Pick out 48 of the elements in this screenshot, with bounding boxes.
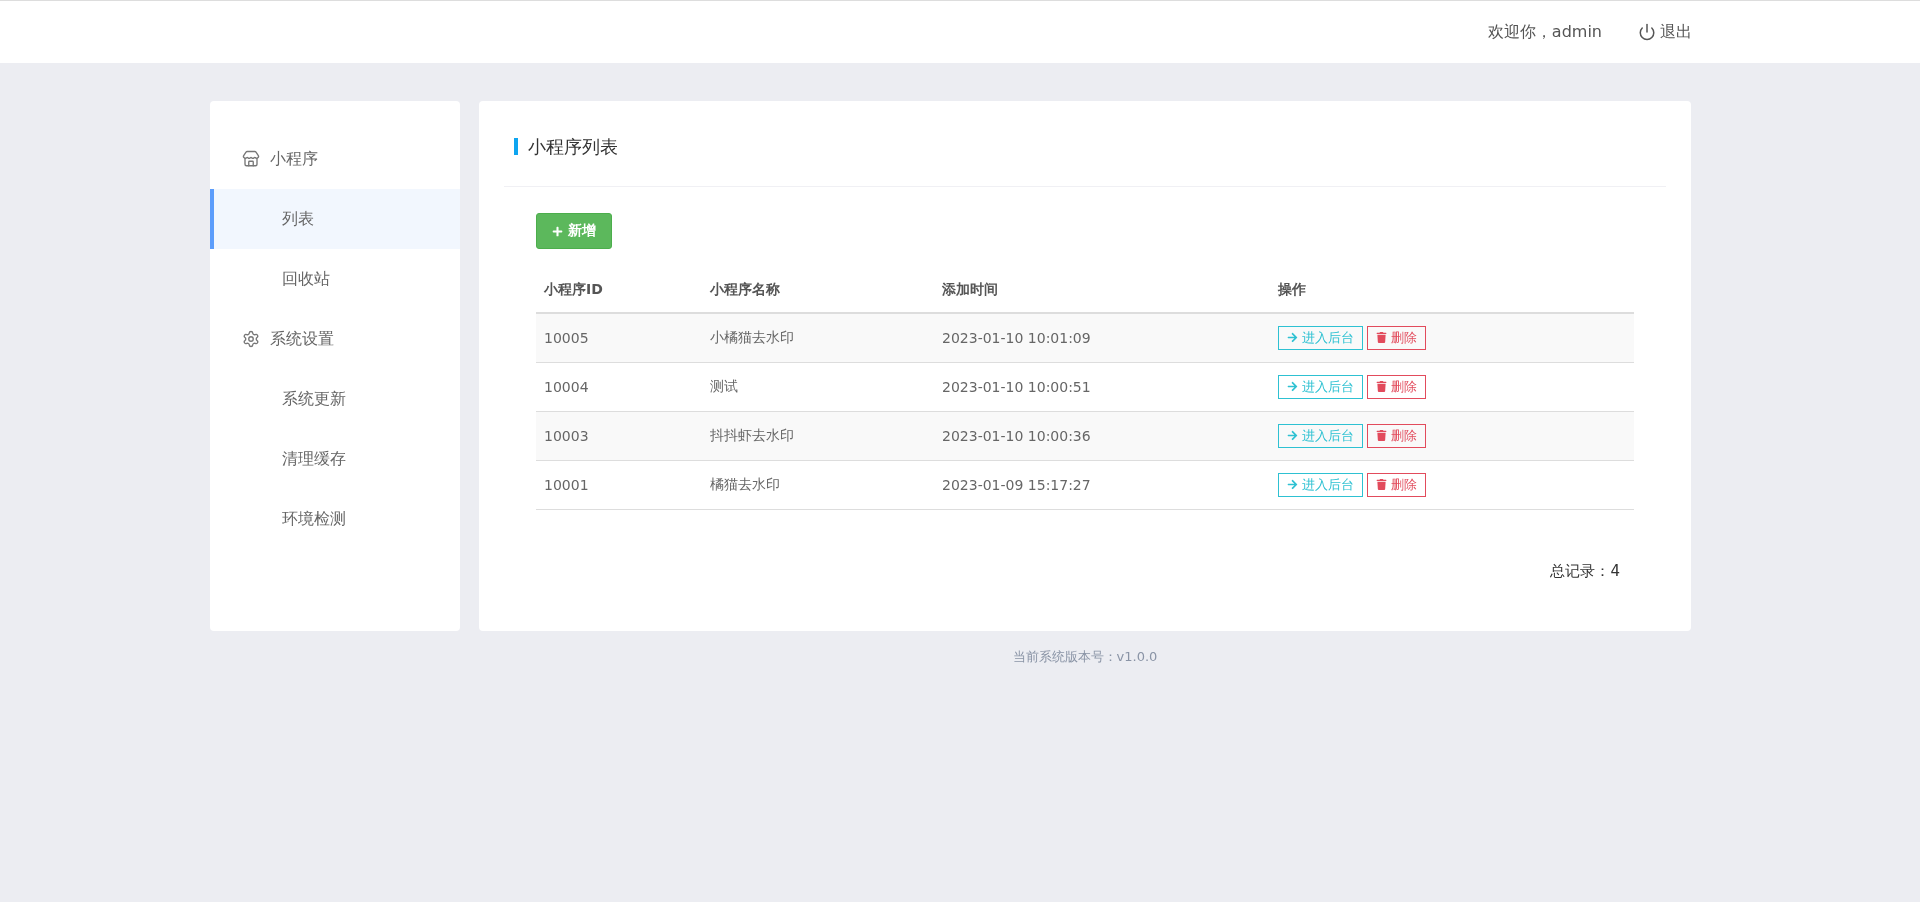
sidebar-item[interactable]: 回收站: [210, 249, 460, 309]
trash-icon: [1376, 479, 1387, 490]
sidebar-group[interactable]: 小程序: [210, 129, 460, 189]
sidebar-item[interactable]: 环境检测: [210, 489, 460, 549]
delete-button[interactable]: 删除: [1367, 374, 1426, 399]
arrow-right-icon: [1287, 332, 1298, 344]
delete-button[interactable]: 删除: [1367, 325, 1426, 350]
store-icon: [242, 150, 260, 168]
add-button[interactable]: 新增: [536, 213, 612, 249]
delete-button[interactable]: 删除: [1367, 472, 1426, 497]
table-cell: 2023-01-10 10:00:51: [934, 362, 1270, 411]
arrow-right-icon: [1287, 430, 1298, 441]
total-records: 总记录：4: [1550, 561, 1621, 581]
group-label: 系统设置: [270, 328, 334, 350]
group-label: 小程序: [270, 148, 318, 170]
welcome-text: 欢迎你，admin: [1487, 21, 1602, 43]
enter-backend-button[interactable]: 进入后台: [1278, 472, 1363, 497]
table-cell: 2023-01-09 15:17:27: [934, 460, 1270, 509]
trash-icon: [1376, 381, 1387, 392]
table-cell: 2023-01-10 10:01:09: [934, 313, 1270, 362]
sidebar-item[interactable]: 清理缓存: [210, 429, 460, 489]
table-cell: 2023-01-10 10:00:36: [934, 411, 1270, 460]
logout-link[interactable]: 退出: [1638, 21, 1692, 43]
settings-icon: [242, 330, 260, 348]
arrow-right-icon: [1287, 381, 1298, 392]
panel-title: 小程序列表: [528, 134, 618, 159]
sidebar-group[interactable]: 系统设置: [210, 309, 460, 369]
sidebar-item[interactable]: 系统更新: [210, 369, 460, 429]
version-text: 当前系统版本号：v1.0.0: [1012, 649, 1158, 664]
trash-icon: [1376, 332, 1387, 344]
title-accent-bar: [514, 138, 518, 155]
table-cell: 小橘猫去水印: [702, 313, 934, 362]
enter-backend-button[interactable]: 进入后台: [1278, 325, 1363, 350]
table-cell: 抖抖虾去水印: [702, 411, 934, 460]
arrow-right-icon: [1287, 479, 1298, 490]
plus-icon: [552, 225, 563, 237]
table-cell: 10003: [536, 411, 702, 460]
enter-backend-button[interactable]: 进入后台: [1278, 374, 1363, 399]
table-cell: 测试: [702, 362, 934, 411]
table-cell: 10005: [536, 313, 702, 362]
delete-button[interactable]: 删除: [1367, 423, 1426, 448]
power-icon: [1638, 23, 1656, 41]
sidebar-item[interactable]: 列表: [210, 189, 460, 249]
table-cell: 10001: [536, 460, 702, 509]
trash-icon: [1376, 430, 1387, 441]
table-cell: 10004: [536, 362, 702, 411]
enter-backend-button[interactable]: 进入后台: [1278, 423, 1363, 448]
table-cell: 橘猫去水印: [702, 460, 934, 509]
